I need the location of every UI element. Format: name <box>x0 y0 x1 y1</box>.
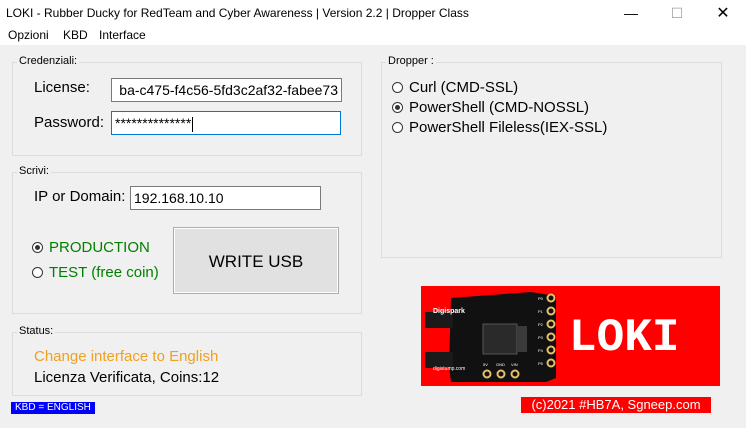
production-radio-label: PRODUCTION <box>49 239 150 256</box>
credentials-legend: Credenziali: <box>17 55 80 67</box>
menu-kbd[interactable]: KBD <box>63 28 88 42</box>
password-field[interactable]: ************** <box>111 111 341 135</box>
radio-selected-icon <box>32 242 43 253</box>
status-interface-message: Change interface to English <box>34 348 219 365</box>
powershell-fileless-radio-label: PowerShell Fileless(IEX-SSL) <box>409 119 608 136</box>
test-radio-label: TEST (free coin) <box>49 264 159 281</box>
curl-radio[interactable]: Curl (CMD-SSL) <box>392 79 518 96</box>
title-bar: LOKI - Rubber Ducky for RedTeam and Cybe… <box>0 0 746 27</box>
ip-domain-field[interactable]: 192.168.10.10 <box>130 186 321 210</box>
ip-domain-label: IP or Domain: <box>34 188 126 205</box>
pin-label: P4 <box>538 348 544 353</box>
board-label: Digispark <box>433 308 465 315</box>
write-usb-button[interactable]: WRITE USB <box>173 227 339 294</box>
minimize-button[interactable]: — <box>608 0 654 27</box>
radio-unselected-icon <box>32 267 43 278</box>
pin-label: P3 <box>538 335 544 340</box>
radio-unselected-icon <box>392 82 403 93</box>
loki-logo-text: LOKI <box>569 312 679 364</box>
maximize-button[interactable]: ☐ <box>654 0 700 27</box>
pin-label: P1 <box>538 309 544 314</box>
menu-interface[interactable]: Interface <box>99 28 146 42</box>
status-legend: Status: <box>17 325 56 337</box>
radio-selected-icon <box>392 102 403 113</box>
kbd-layout-badge: KBD = ENGLISH <box>11 402 95 414</box>
license-field[interactable]: ba-c475-f4c56-5fd3c2af32-fabee73 <box>111 78 342 102</box>
status-license-message: Licenza Verificata, Coins:12 <box>34 369 220 386</box>
curl-radio-label: Curl (CMD-SSL) <box>409 79 519 96</box>
pin-label: P0 <box>538 296 544 301</box>
credentials-group: Credenziali: <box>12 55 362 156</box>
text-caret <box>192 116 194 132</box>
dropper-legend: Dropper : <box>386 55 436 67</box>
password-label: Password: <box>34 114 105 131</box>
pin-label: GND <box>496 362 505 367</box>
pin-label: 5V <box>483 362 488 367</box>
digispark-board-image: Digispark digistump.com P0 P1 P2 P3 P4 P… <box>421 286 720 386</box>
copyright-label: (c)2021 #HB7A, Sgneep.com <box>521 397 711 413</box>
close-button[interactable]: ✕ <box>700 0 746 27</box>
write-legend: Scrivi: <box>17 165 51 177</box>
pin-label: P2 <box>538 322 544 327</box>
menu-bar: Opzioni KBD Interface <box>0 27 746 45</box>
menu-opzioni[interactable]: Opzioni <box>8 28 49 42</box>
production-radio[interactable]: PRODUCTION <box>32 239 150 256</box>
loki-logo: Digispark digistump.com P0 P1 P2 P3 P4 P… <box>421 286 720 386</box>
radio-unselected-icon <box>392 122 403 133</box>
window-title: LOKI - Rubber Ducky for RedTeam and Cybe… <box>6 6 469 20</box>
powershell-nossl-radio[interactable]: PowerShell (CMD-NOSSL) <box>392 99 589 116</box>
password-value: ************** <box>115 115 192 131</box>
board-url: digistump.com <box>433 366 465 372</box>
powershell-fileless-radio[interactable]: PowerShell Fileless(IEX-SSL) <box>392 119 607 136</box>
pin-label: P5 <box>538 361 544 366</box>
license-label: License: <box>34 79 90 96</box>
test-radio[interactable]: TEST (free coin) <box>32 264 159 281</box>
powershell-nossl-radio-label: PowerShell (CMD-NOSSL) <box>409 99 590 116</box>
pin-label: VIN <box>511 362 518 367</box>
